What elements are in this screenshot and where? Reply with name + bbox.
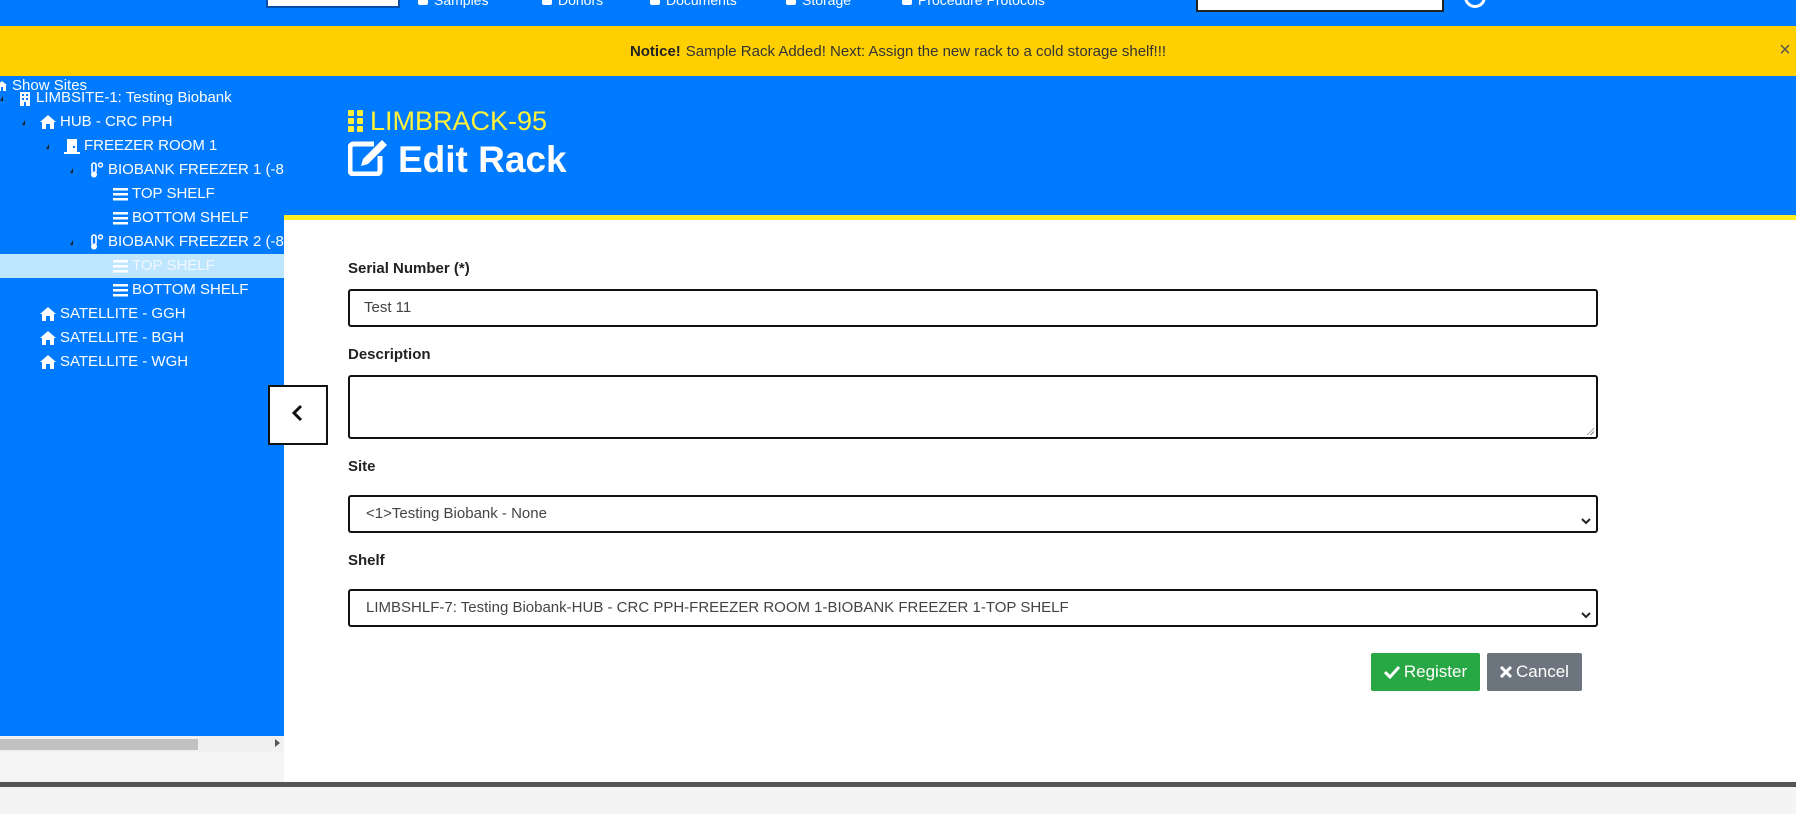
- tree-node-shelf-selected[interactable]: TOP SHELF: [0, 254, 284, 278]
- rack-id: LIMBRACK-95: [348, 106, 547, 139]
- tree-toggle-icon[interactable]: [46, 144, 49, 149]
- tree-node-hub[interactable]: HUB - CRC PPH: [0, 110, 284, 134]
- chevron-down-icon: [1580, 601, 1592, 635]
- search-input[interactable]: [1196, 0, 1444, 12]
- sites-sidebar: Show Sites LIMBSITE-1: Testing Biobank H…: [0, 76, 284, 752]
- top-navbar: Samples Donors Documents Storage Procedu…: [0, 0, 1796, 26]
- cancel-button[interactable]: Cancel: [1487, 653, 1582, 691]
- nav-item-donors[interactable]: Donors: [542, 0, 603, 8]
- description-label: Description: [348, 346, 431, 363]
- notice-banner: Notice! Sample Rack Added! Next: Assign …: [0, 26, 1796, 76]
- shelf-label: Shelf: [348, 552, 385, 569]
- scrollbar-thumb[interactable]: [0, 739, 198, 750]
- serial-number-input[interactable]: Test 11: [348, 289, 1598, 327]
- donor-icon: [542, 0, 552, 5]
- page-header: LIMBRACK-95 Edit Rack: [284, 76, 1796, 220]
- site-select[interactable]: <1>Testing Biobank - None: [348, 495, 1598, 533]
- tree-node-shelf[interactable]: BOTTOM SHELF: [0, 206, 284, 230]
- storage-icon: [786, 0, 796, 5]
- sidebar-collapse-button[interactable]: [268, 385, 328, 445]
- documents-icon: [650, 0, 660, 5]
- tree-toggle-icon[interactable]: [22, 120, 25, 125]
- procedure-icon: [902, 0, 912, 5]
- nav-item-storage[interactable]: Storage: [786, 0, 851, 8]
- nav-item-documents[interactable]: Documents: [650, 0, 737, 8]
- tree-node-satellite[interactable]: SATELLITE - WGH: [0, 350, 284, 374]
- shelf-icon: [113, 187, 128, 201]
- footer: [0, 787, 1796, 814]
- description-textarea[interactable]: [348, 375, 1598, 439]
- tree-toggle-icon[interactable]: [0, 96, 3, 101]
- page-title: Edit Rack: [348, 138, 567, 181]
- edit-rack-form: Serial Number (*) Test 11 Description Si…: [284, 220, 1796, 782]
- chevron-left-icon: [291, 403, 305, 428]
- tree-node-satellite[interactable]: SATELLITE - GGH: [0, 302, 284, 326]
- serial-number-label: Serial Number (*): [348, 260, 470, 277]
- site-label: Site: [348, 458, 376, 475]
- home-icon: [40, 307, 56, 322]
- shelf-select[interactable]: LIMBSHLF-7: Testing Biobank-HUB - CRC PP…: [348, 589, 1598, 627]
- chevron-down-icon: [1580, 507, 1592, 541]
- flask-icon: [418, 0, 428, 5]
- notice-message: Sample Rack Added! Next: Assign the new …: [685, 42, 1167, 60]
- tree-node-shelf[interactable]: BOTTOM SHELF: [0, 278, 284, 302]
- tree-node-room[interactable]: FREEZER ROOM 1: [0, 134, 284, 158]
- shelf-icon: [113, 283, 128, 297]
- home-icon: [40, 115, 56, 130]
- shelf-icon: [113, 259, 128, 273]
- tree-node-freezer-1[interactable]: BIOBANK FREEZER 1 (-80): [0, 158, 284, 182]
- notice-label: Notice!: [629, 42, 681, 60]
- tree-node-site[interactable]: LIMBSITE-1: Testing Biobank: [0, 86, 284, 110]
- scroll-right-arrow-icon[interactable]: [275, 739, 280, 747]
- grip-icon: [348, 108, 364, 139]
- tree-node-freezer-2[interactable]: BIOBANK FREEZER 2 (-80): [0, 230, 284, 254]
- tree-toggle-icon[interactable]: [70, 240, 73, 245]
- thermometer-icon: [88, 162, 104, 178]
- register-button[interactable]: Register: [1371, 653, 1480, 691]
- check-icon: [1383, 665, 1400, 679]
- resize-handle-icon[interactable]: [1586, 427, 1594, 435]
- sidebar-horizontal-scrollbar[interactable]: [0, 736, 284, 752]
- app-logo[interactable]: [266, 0, 400, 8]
- edit-icon: [348, 138, 388, 176]
- nav-item-samples[interactable]: Samples: [418, 0, 488, 8]
- thermometer-icon: [88, 234, 104, 250]
- tree-node-satellite[interactable]: SATELLITE - BGH: [0, 326, 284, 350]
- close-icon[interactable]: ×: [1774, 40, 1796, 60]
- tree-toggle-icon[interactable]: [70, 168, 73, 173]
- home-icon: [40, 355, 56, 370]
- home-icon: [40, 331, 56, 346]
- door-icon: [64, 138, 80, 154]
- tree-node-shelf[interactable]: TOP SHELF: [0, 182, 284, 206]
- shelf-icon: [113, 211, 128, 225]
- nav-item-procedures[interactable]: Procedure Protocols: [902, 0, 1045, 8]
- building-icon: [18, 91, 32, 106]
- close-icon: [1500, 666, 1513, 678]
- user-icon[interactable]: [1464, 0, 1486, 8]
